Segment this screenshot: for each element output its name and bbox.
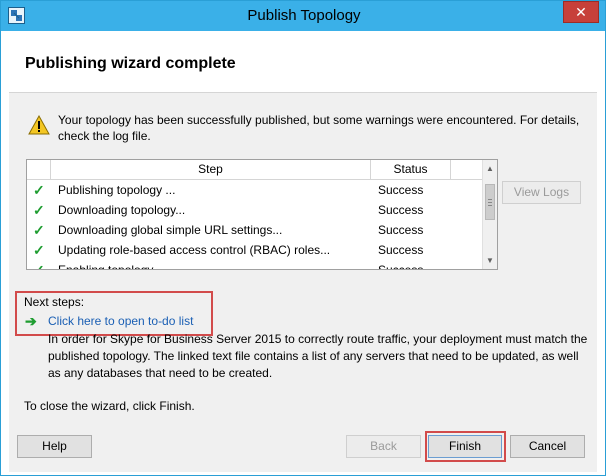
checkmark-icon: ✓ — [33, 242, 45, 258]
checkmark-icon: ✓ — [33, 182, 45, 198]
step-status: Success — [378, 263, 424, 270]
cancel-button[interactable]: Cancel — [510, 435, 585, 458]
step-name: Enabling topology... — [58, 263, 163, 270]
page-title: Publishing wizard complete — [25, 55, 236, 72]
wizard-header: Publishing wizard complete — [9, 32, 597, 93]
checkmark-icon: ✓ — [33, 202, 45, 218]
steps-list[interactable]: Step Status ✓ Publishing topology ... Su… — [26, 159, 498, 270]
wizard-body: Publishing wizard complete Your topology… — [9, 32, 597, 472]
column-icon — [27, 160, 51, 179]
close-button[interactable]: ✕ — [563, 1, 599, 23]
open-todo-list-link[interactable]: Click here to open to-do list — [48, 314, 193, 328]
column-status[interactable]: Status — [371, 160, 451, 179]
table-row[interactable]: ✓ Downloading global simple URL settings… — [27, 220, 482, 240]
step-name: Downloading topology... — [58, 203, 186, 217]
next-steps-description: In order for Skype for Business Server 2… — [48, 332, 588, 380]
scroll-thumb[interactable] — [485, 184, 495, 220]
steps-column-header: Step Status — [27, 160, 482, 180]
table-row[interactable]: ✓ Updating role-based access control (RB… — [27, 240, 482, 260]
window-title: Publish Topology — [247, 7, 361, 24]
table-row[interactable]: ✓ Enabling topology... Success — [27, 260, 482, 270]
scroll-up-arrow-icon[interactable]: ▲ — [483, 160, 497, 177]
title-bar[interactable]: Publish Topology ✕ — [1, 1, 605, 31]
steps-scrollbar[interactable]: ▲ ▼ — [482, 160, 497, 269]
step-status: Success — [378, 223, 424, 237]
next-steps-label: Next steps: — [24, 295, 85, 309]
table-row[interactable]: ✓ Downloading topology... Success — [27, 200, 482, 220]
close-instruction: To close the wizard, click Finish. — [24, 399, 195, 413]
help-button[interactable]: Help — [17, 435, 92, 458]
back-button[interactable]: Back — [346, 435, 421, 458]
publish-topology-window: Publish Topology ✕ Publishing wizard com… — [0, 0, 606, 476]
warning-message: Your topology has been successfully publ… — [58, 113, 580, 143]
step-status: Success — [378, 203, 424, 217]
column-step[interactable]: Step — [51, 160, 371, 179]
scroll-down-arrow-icon[interactable]: ▼ — [483, 252, 497, 269]
table-row[interactable]: ✓ Publishing topology ... Success — [27, 180, 482, 200]
step-status: Success — [378, 243, 424, 257]
step-name: Updating role-based access control (RBAC… — [58, 243, 331, 257]
checkmark-icon: ✓ — [33, 262, 45, 270]
step-name: Downloading global simple URL settings..… — [58, 223, 283, 237]
step-status: Success — [378, 183, 424, 197]
warning-icon — [28, 115, 50, 135]
arrow-right-icon: ➔ — [25, 313, 37, 329]
finish-button[interactable]: Finish — [428, 435, 502, 458]
view-logs-button[interactable]: View Logs — [502, 181, 581, 204]
checkmark-icon: ✓ — [33, 222, 45, 238]
step-name: Publishing topology ... — [58, 183, 176, 197]
